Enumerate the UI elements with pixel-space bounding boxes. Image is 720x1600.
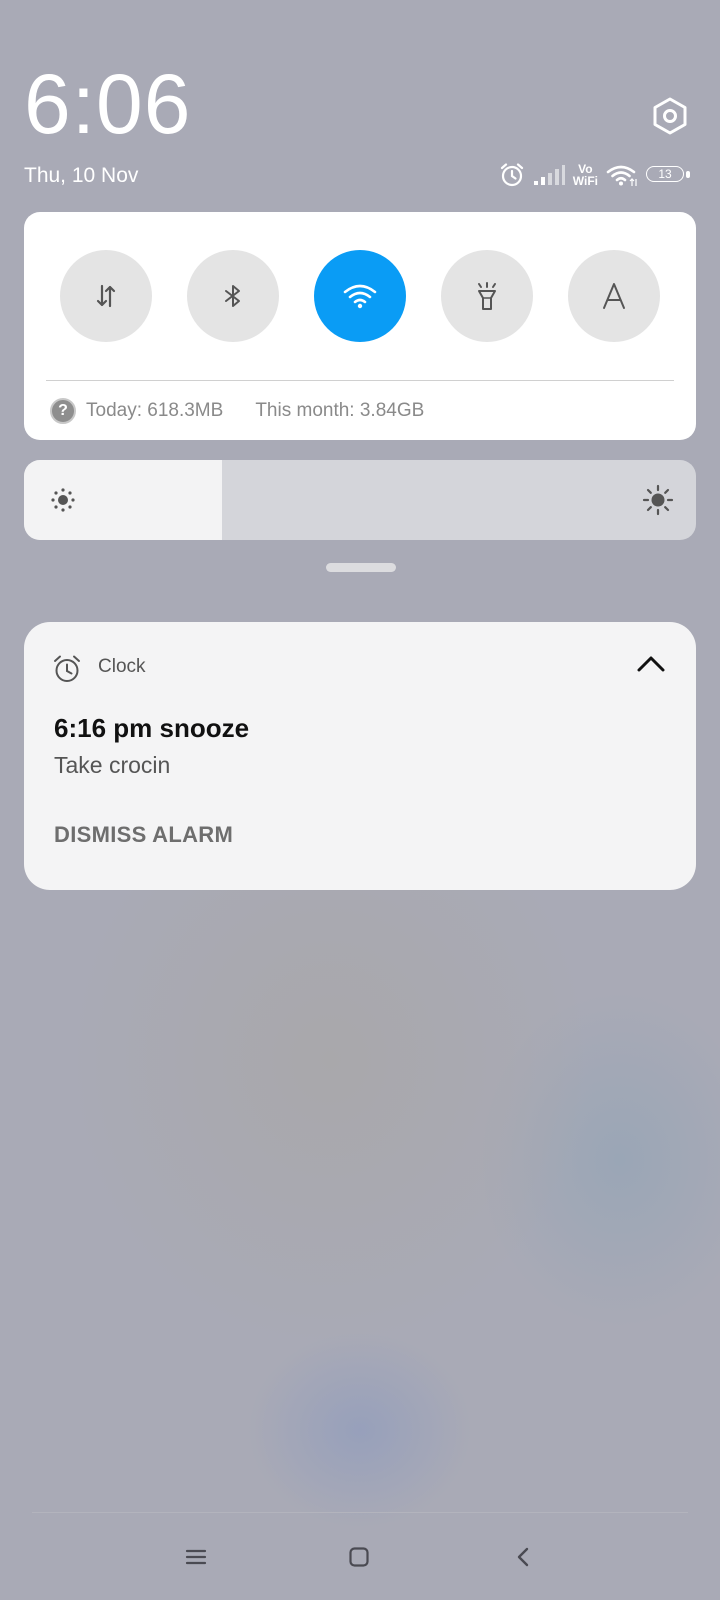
tile-auto-brightness[interactable] xyxy=(568,250,660,342)
brightness-slider[interactable] xyxy=(24,460,696,540)
recents-button[interactable] xyxy=(166,1540,226,1574)
nav-divider xyxy=(32,1512,688,1513)
notification-title: 6:16 pm snooze xyxy=(54,713,250,743)
vowifi-bottom: WiFi xyxy=(572,174,598,188)
usage-month: This month: 3.84GB xyxy=(255,400,425,421)
wifi-icon xyxy=(343,284,377,309)
status-bar-icons: Vo WiFi 13 xyxy=(499,160,690,190)
chevron-up-icon[interactable] xyxy=(636,652,666,676)
wifi-status-icon xyxy=(606,165,637,186)
divider xyxy=(46,380,674,381)
clock-time: 6:06 xyxy=(24,57,192,151)
battery-icon: 13 xyxy=(646,166,690,184)
tile-flashlight[interactable] xyxy=(441,250,533,342)
back-chevron-icon xyxy=(517,1547,529,1567)
flashlight-icon xyxy=(478,282,496,310)
vowifi-indicator: Vo WiFi xyxy=(573,163,598,187)
tile-mobile-data[interactable] xyxy=(60,250,152,342)
back-button[interactable] xyxy=(493,1540,553,1574)
gear-icon[interactable] xyxy=(650,96,690,136)
panel-drag-handle[interactable] xyxy=(326,563,396,572)
data-usage-row: ? Today: 618.3MB This month: 3.84GB xyxy=(50,398,424,424)
quick-settings-panel: ? Today: 618.3MB This month: 3.84GB xyxy=(24,212,696,440)
auto-brightness-icon xyxy=(603,283,625,309)
alarm-icon xyxy=(500,163,523,187)
brightness-high-icon xyxy=(642,484,674,516)
clock-notification[interactable]: Clock 6:16 pm snooze Take crocin DISMISS… xyxy=(24,622,696,890)
tile-bluetooth[interactable] xyxy=(187,250,279,342)
battery-level: 13 xyxy=(658,167,672,181)
signal-icon xyxy=(533,165,565,185)
usage-today: Today: 618.3MB xyxy=(86,400,224,421)
bluetooth-icon xyxy=(225,285,240,307)
brightness-low-icon xyxy=(51,488,75,512)
alarm-clock-icon xyxy=(54,655,80,682)
tile-wifi[interactable] xyxy=(314,250,406,342)
notification-body: Take crocin xyxy=(54,752,171,778)
mobile-data-icon xyxy=(96,284,116,308)
home-square-icon xyxy=(349,1547,369,1567)
help-icon[interactable]: ? xyxy=(50,398,76,424)
notification-app-name: Clock xyxy=(98,656,146,677)
menu-icon xyxy=(185,1549,207,1565)
dismiss-alarm-button[interactable]: DISMISS ALARM xyxy=(54,822,233,848)
home-button[interactable] xyxy=(329,1540,389,1574)
date-label: Thu, 10 Nov xyxy=(24,164,139,187)
